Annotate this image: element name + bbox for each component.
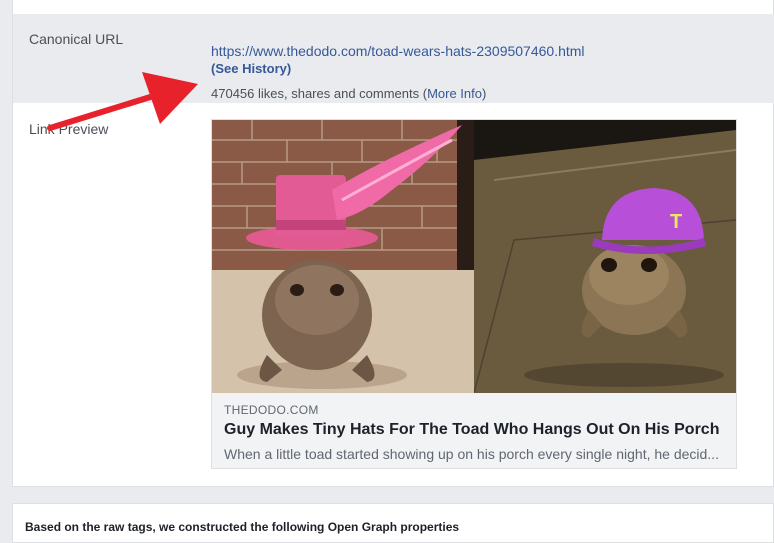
canonical-url-label: Canonical URL [29, 31, 124, 47]
og-properties-card: Based on the raw tags, we constructed th… [12, 503, 774, 543]
preview-image[interactable]: T [212, 120, 736, 393]
preview-description: When a little toad started showing up on… [224, 446, 719, 462]
svg-text:T: T [670, 211, 682, 233]
link-preview-card[interactable]: T THEDODO.COM Guy Makes Tiny Hats For Th… [211, 119, 737, 469]
engagement-stats: 470456 likes, shares and comments (More … [211, 86, 486, 101]
debugger-card: Canonical URL https://www.thedodo.com/to… [12, 0, 774, 487]
toad-purple-cap-photo: T [474, 120, 736, 393]
canonical-url-link[interactable]: https://www.thedodo.com/toad-wears-hats-… [211, 43, 585, 59]
link-preview-label: Link Preview [29, 121, 109, 137]
preview-title[interactable]: Guy Makes Tiny Hats For The Toad Who Han… [224, 421, 729, 439]
engagement-count: 470456 likes, shares and comments ( [211, 86, 428, 101]
see-history-link[interactable]: (See History) [211, 61, 291, 76]
preview-text-block: THEDODO.COM Guy Makes Tiny Hats For The … [212, 393, 736, 469]
og-section-heading: Based on the raw tags, we constructed th… [25, 520, 460, 534]
canonical-url-row: Canonical URL https://www.thedodo.com/to… [13, 14, 774, 103]
toad-pink-hat-photo [212, 120, 474, 393]
preview-domain: THEDODO.COM [224, 403, 319, 417]
more-info-link[interactable]: More Info [427, 86, 482, 101]
stats-close-paren: ) [481, 86, 487, 101]
